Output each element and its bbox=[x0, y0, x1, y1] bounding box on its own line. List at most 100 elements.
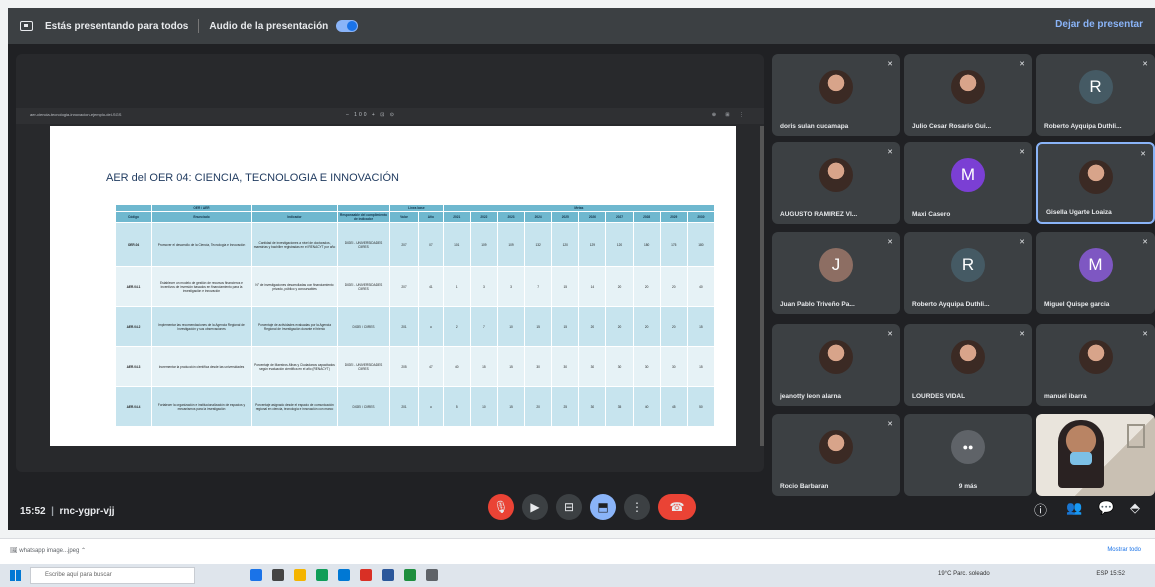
taskbar-weather[interactable]: 19°C Parc. soleado bbox=[938, 571, 990, 577]
table-group-header-row: OER / AER Línea base Metas bbox=[115, 204, 716, 212]
table-cell-value: 20 bbox=[659, 266, 688, 307]
chat-icon[interactable]: 💬 bbox=[1098, 500, 1114, 516]
meeting-code: rnc-ygpr-vjj bbox=[59, 506, 115, 517]
table-cell-indicator: Porcentaje asignado desde el espacio de … bbox=[251, 386, 338, 427]
table-cell-value: 20 bbox=[659, 306, 688, 347]
table-row: AER.04.3 Incrementar la producción cientí… bbox=[115, 346, 716, 387]
participant-tile[interactable]: M ✕ Miguel Quispe garcia bbox=[1036, 232, 1155, 314]
document-file-name: aer-ciencia-tecnologia-innovacion-ejempl… bbox=[30, 112, 122, 117]
camera-icon: ▶ bbox=[530, 500, 540, 514]
show-all-downloads-button[interactable]: Mostrar todo bbox=[1107, 547, 1141, 553]
table-cell-value: 7 bbox=[469, 306, 498, 347]
excel-icon[interactable] bbox=[404, 569, 416, 581]
participant-tile[interactable]: R ✕ Roberto Ayquipa Duthli... bbox=[904, 232, 1032, 314]
table-cell-value: 25 bbox=[551, 386, 580, 427]
participant-avatar bbox=[1078, 340, 1113, 374]
presentation-audio-toggle[interactable] bbox=[336, 20, 359, 32]
participant-tile[interactable]: ✕ Gisella Ugarte Loaiza bbox=[1036, 142, 1155, 224]
table-cell-value: 7 bbox=[524, 266, 553, 307]
participant-tile[interactable]: ✕ manuel ibarra bbox=[1036, 324, 1155, 406]
table-cell-value: u bbox=[418, 306, 444, 347]
participant-avatar: R bbox=[951, 248, 985, 282]
table-column-header: 2022 bbox=[469, 211, 498, 223]
activities-icon[interactable]: ⬘ bbox=[1130, 500, 1140, 516]
participant-name: manuel ibarra bbox=[1044, 393, 1087, 400]
app-icon[interactable] bbox=[426, 569, 438, 581]
others-tile[interactable]: ●● 9 más bbox=[904, 414, 1032, 496]
camera-button[interactable]: ▶ bbox=[522, 494, 548, 520]
store-icon[interactable] bbox=[316, 569, 328, 581]
meet-window: Estás presentando para todos Audio de la… bbox=[8, 8, 1155, 530]
word-icon[interactable] bbox=[382, 569, 394, 581]
mic-muted-icon: ✕ bbox=[1019, 149, 1025, 156]
participant-tile[interactable]: ✕ LOURDES VIDAL bbox=[904, 324, 1032, 406]
participant-tile[interactable]: ✕ jeanotty leon alarna bbox=[772, 324, 900, 406]
table-cell-value: 30 bbox=[659, 346, 688, 387]
participant-avatar bbox=[819, 340, 853, 374]
windows-start-icon[interactable] bbox=[10, 570, 21, 581]
mail-icon[interactable] bbox=[338, 569, 350, 581]
document-viewer-toolbar: aer-ciencia-tecnologia-innovacion-ejempl… bbox=[16, 108, 764, 124]
table-cell-responsible: DIGEI - UNIVERSIDADES CIIRES bbox=[337, 346, 390, 387]
table-cell-value: 109 bbox=[496, 222, 526, 267]
office-icon[interactable] bbox=[360, 569, 372, 581]
zoom-controls[interactable]: – 100 + ⊡ ⊙ bbox=[346, 112, 396, 118]
self-video-background-frame bbox=[1127, 424, 1145, 448]
more-options-button[interactable]: ⋮ bbox=[624, 494, 650, 520]
mic-button[interactable]: 🎙 bbox=[488, 494, 514, 520]
table-cell-value: 14 bbox=[578, 266, 607, 307]
people-icon[interactable]: 👥 bbox=[1066, 500, 1082, 516]
download-item[interactable]: 🖼 whatsapp image...jpeg ⌃ bbox=[10, 547, 86, 554]
participant-tile[interactable]: J ✕ Juan Pablo Triveño Pa... bbox=[772, 232, 900, 314]
mic-muted-icon: ✕ bbox=[887, 61, 893, 68]
table-cell-statement: Fortalecer la organización e institucion… bbox=[151, 386, 252, 427]
file-explorer-icon[interactable] bbox=[294, 569, 306, 581]
document-page: AER del OER 04: CIENCIA, TECNOLOGIA E IN… bbox=[50, 126, 736, 446]
table-cell-statement: Incrementar la producción científica des… bbox=[151, 346, 252, 387]
stop-presenting-button[interactable]: Dejar de presentar bbox=[1055, 19, 1143, 30]
task-view-icon[interactable] bbox=[272, 569, 284, 581]
table-cell-value: 15 bbox=[686, 306, 716, 347]
table-cell-responsible: DIGEI - UNIVERSIDADES CIIRES bbox=[337, 266, 390, 307]
table-cell-value: 47 bbox=[418, 346, 444, 387]
leave-call-button[interactable]: ☎ bbox=[658, 494, 696, 520]
participant-tile[interactable]: R ✕ Roberto Ayquipa Duthli... bbox=[1036, 54, 1155, 136]
aer-table: OER / AER Línea base Metas Código Enuncia… bbox=[115, 204, 716, 427]
table-cell-value: 41 bbox=[418, 266, 444, 307]
presentation-audio-label: Audio de la presentación bbox=[209, 20, 329, 32]
chrome-taskbar-icon[interactable] bbox=[250, 569, 262, 581]
participant-tile[interactable]: ✕ doris sulan cucamapa bbox=[772, 54, 900, 136]
participant-name: Roberto Ayquipa Duthli... bbox=[912, 301, 990, 308]
system-tray[interactable]: ESP 15:52 bbox=[1096, 571, 1125, 577]
table-cell-responsible: DIGEI / CIIRES bbox=[337, 306, 390, 347]
table-cell-value: 35 bbox=[605, 386, 634, 427]
table-cell-value: 1 bbox=[442, 266, 471, 307]
table-cell-value: 20 bbox=[605, 266, 634, 307]
present-button[interactable]: ⬒ bbox=[590, 494, 616, 520]
table-cell-statement: Establecer un modelo de gestión de recur… bbox=[151, 266, 252, 307]
mic-muted-icon: ✕ bbox=[1019, 61, 1025, 68]
document-scrollbar[interactable] bbox=[760, 126, 764, 446]
participant-name: Juan Pablo Triveño Pa... bbox=[780, 301, 855, 308]
table-cell-value: 15 bbox=[686, 346, 716, 387]
taskbar-search-input[interactable]: Escribe aquí para buscar bbox=[30, 567, 195, 584]
table-cell-value: 3 bbox=[496, 266, 526, 307]
participant-tile[interactable]: ✕ Julio Cesar Rosario Gui... bbox=[904, 54, 1032, 136]
captions-button[interactable]: ⊟ bbox=[556, 494, 582, 520]
table-column-header: 2024 bbox=[524, 211, 553, 223]
table-cell-indicator: Porcentaje de Maestros-Miras y Ciudadano… bbox=[251, 346, 338, 387]
mic-muted-icon: ✕ bbox=[887, 331, 893, 338]
table-column-header: 2021 bbox=[442, 211, 471, 223]
participant-tile[interactable]: ✕ AUGUSTO RAMIREZ VI... bbox=[772, 142, 900, 224]
table-cell-value: 15 bbox=[469, 346, 498, 387]
viewer-tools[interactable]: ⊕ ⊞ ⋮ bbox=[712, 112, 748, 118]
participant-tile[interactable]: M ✕ Maxi Casero bbox=[904, 142, 1032, 224]
self-video-tile bbox=[1036, 414, 1155, 496]
table-row: AER.04.4 Fortalecer la organización e ins… bbox=[115, 386, 716, 427]
table-cell-value: 15 bbox=[496, 386, 526, 427]
meeting-details-icon[interactable]: ⓘ bbox=[1034, 500, 1047, 519]
table-group-header: OER / AER bbox=[151, 204, 252, 212]
participant-tile[interactable]: ✕ Rocio Barbaran bbox=[772, 414, 900, 496]
table-cell-value: 40 bbox=[442, 346, 471, 387]
table-cell-code: AER.04.1 bbox=[115, 266, 152, 307]
